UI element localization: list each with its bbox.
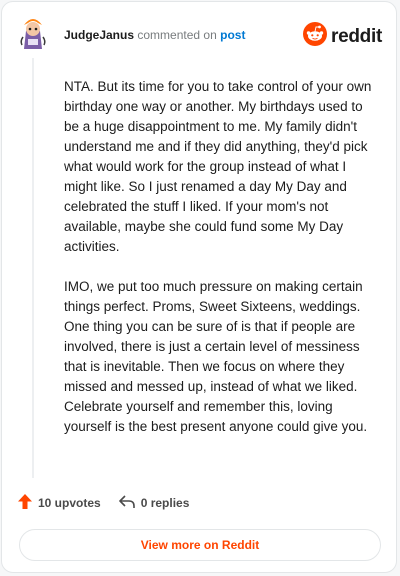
- reddit-wordmark: reddit: [331, 25, 382, 47]
- embedded-comment-card: JudgeJanus commented on post reddit NTA.…: [1, 1, 397, 573]
- comment-actions: 10 upvotes 0 replies: [18, 494, 189, 512]
- user-avatar[interactable]: [18, 15, 48, 51]
- upvote-arrow-icon: [18, 494, 32, 512]
- upvote-button[interactable]: 10 upvotes: [18, 494, 101, 512]
- post-link[interactable]: post: [220, 28, 245, 42]
- comment-paragraph: NTA. But its time for you to take contro…: [64, 79, 372, 254]
- view-more-button[interactable]: View more on Reddit: [19, 529, 381, 561]
- thread-line: [32, 58, 34, 478]
- upvote-count: 10 upvotes: [38, 496, 101, 510]
- commented-on-text: commented on: [137, 28, 217, 42]
- comment-paragraph: IMO, we put too much pressure on making …: [64, 279, 368, 434]
- reddit-logo[interactable]: reddit: [303, 22, 382, 51]
- reply-button[interactable]: 0 replies: [118, 494, 190, 512]
- comment-body: NTA. But its time for you to take contro…: [64, 77, 380, 457]
- reddit-snoo-icon: [303, 22, 328, 51]
- username-link[interactable]: JudgeJanus: [64, 28, 134, 42]
- reply-arrow-icon: [118, 494, 135, 512]
- reply-count: 0 replies: [140, 496, 190, 510]
- comment-header: JudgeJanus commented on post: [64, 28, 245, 42]
